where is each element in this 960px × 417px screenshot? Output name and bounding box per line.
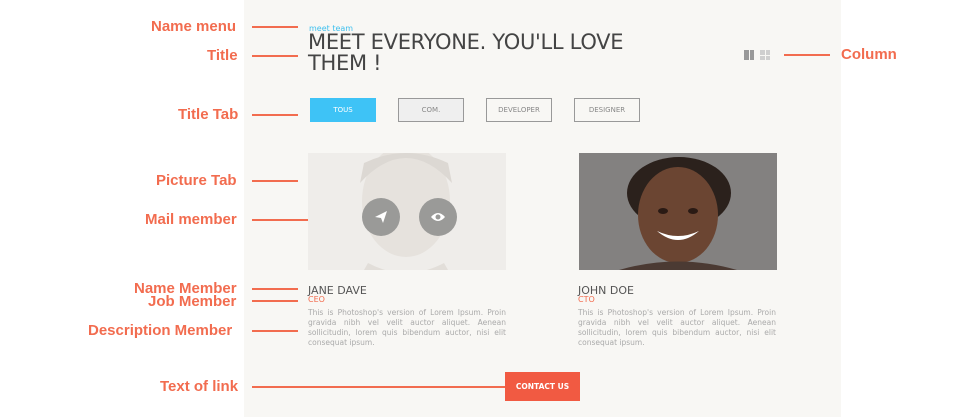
send-mail-button[interactable] xyxy=(362,198,400,236)
annotation-description-member: Description Member xyxy=(88,322,233,339)
filter-tabs: TOUS COM. DEVELOPER DESIGNER xyxy=(310,98,640,122)
annotation-picture-tab: Picture Tab xyxy=(156,172,237,189)
annotation-line-title xyxy=(252,55,298,57)
member-photo-1[interactable] xyxy=(308,153,506,270)
annotation-line-name-member xyxy=(252,288,298,290)
annotation-column: Column xyxy=(841,46,897,63)
member-job-2: CTO xyxy=(578,295,595,304)
contact-us-button[interactable]: CONTACT US xyxy=(505,372,580,401)
annotation-line-column xyxy=(784,54,830,56)
page-title: MEET EVERYONE. YOU'LL LOVE THEM ! xyxy=(308,30,624,75)
eye-icon xyxy=(431,213,445,221)
member-description-2: This is Photoshop's version of Lorem Ips… xyxy=(578,308,776,347)
member-portrait-2 xyxy=(579,153,777,270)
column-switcher xyxy=(744,50,770,60)
annotation-line-job-member xyxy=(252,300,298,302)
tab-designer[interactable]: DESIGNER xyxy=(574,98,640,122)
annotation-text-of-link: Text of link xyxy=(160,378,239,395)
paper-plane-icon xyxy=(375,211,387,223)
annotation-line-title-tab xyxy=(252,114,298,116)
annotation-mail-member: Mail member xyxy=(145,211,237,228)
tab-com[interactable]: COM. xyxy=(398,98,464,122)
annotation-title-tab: Title Tab xyxy=(178,106,239,123)
view-profile-button[interactable] xyxy=(419,198,457,236)
annotation-line-text-of-link xyxy=(252,386,505,388)
annotation-title: Title xyxy=(207,47,238,64)
two-column-icon[interactable] xyxy=(744,50,754,60)
tab-developer[interactable]: DEVELOPER xyxy=(486,98,552,122)
annotation-line-description-member xyxy=(252,330,298,332)
member-portrait-1 xyxy=(360,153,452,270)
annotation-name-menu: Name menu xyxy=(151,18,237,35)
annotation-job-member: Job Member xyxy=(148,293,237,310)
member-job-1: CEO xyxy=(308,295,325,304)
member-photo-2[interactable] xyxy=(579,153,777,270)
four-grid-icon[interactable] xyxy=(760,50,770,60)
annotation-line-picture-tab xyxy=(252,180,298,182)
tab-tous[interactable]: TOUS xyxy=(310,98,376,122)
annotation-line-name-menu xyxy=(252,26,298,28)
member-description-1: This is Photoshop's version of Lorem Ips… xyxy=(308,308,506,347)
